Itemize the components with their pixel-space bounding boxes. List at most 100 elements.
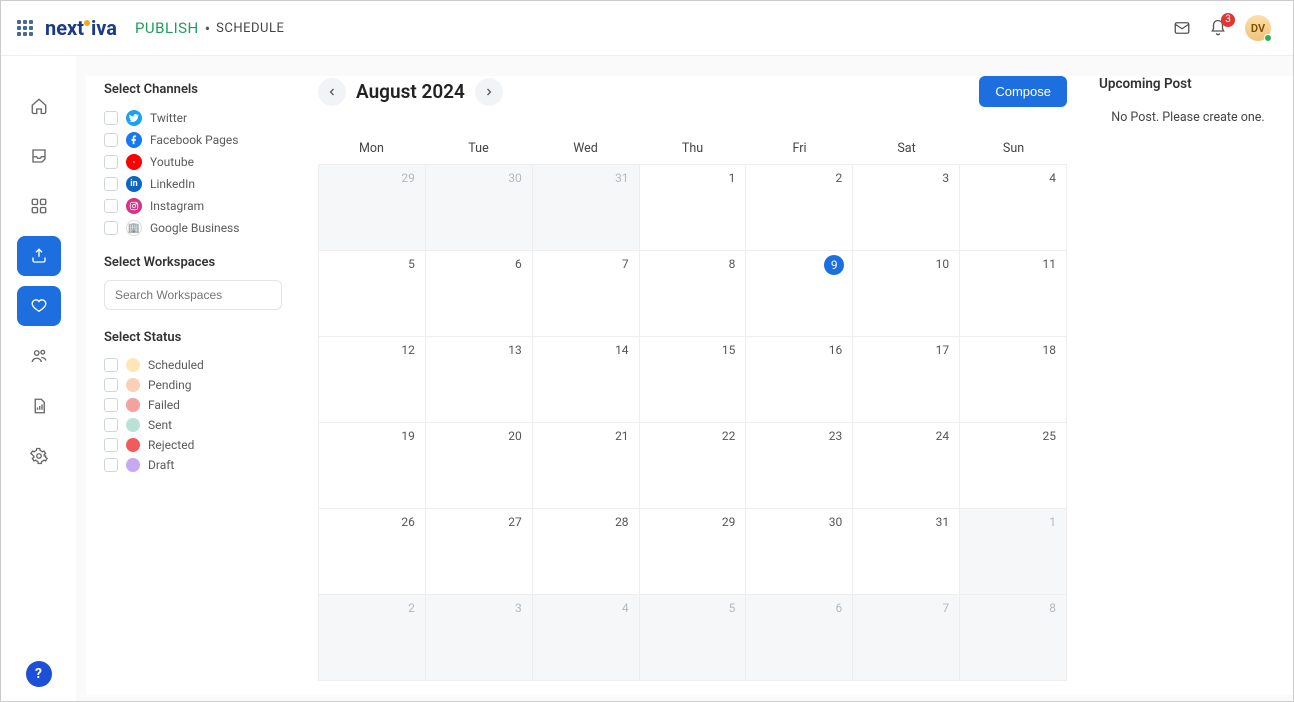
status-pending[interactable]: Pending xyxy=(104,375,282,395)
instagram-icon xyxy=(126,198,142,214)
calendar-cell[interactable]: 6 xyxy=(746,595,853,681)
calendar-cell[interactable]: 31 xyxy=(533,165,640,251)
channel-facebook-pages[interactable]: Facebook Pages xyxy=(104,129,282,151)
status-heading: Select Status xyxy=(104,330,282,345)
calendar-cell[interactable]: 7 xyxy=(853,595,960,681)
app-grid-icon[interactable] xyxy=(17,20,33,36)
rail-apps[interactable] xyxy=(17,186,61,226)
calendar-cell[interactable]: 29 xyxy=(319,165,426,251)
calendar-cell[interactable]: 8 xyxy=(640,251,747,337)
calendar-cell[interactable]: 24 xyxy=(853,423,960,509)
rail-engage[interactable] xyxy=(17,286,61,326)
calendar-cell[interactable]: 11 xyxy=(960,251,1067,337)
rail-people[interactable] xyxy=(17,336,61,376)
calendar-cell[interactable]: 23 xyxy=(746,423,853,509)
calendar-day-number: 1 xyxy=(1049,515,1056,529)
calendar-cell[interactable]: 20 xyxy=(426,423,533,509)
channel-twitter[interactable]: Twitter xyxy=(104,107,282,129)
channel-linkedin[interactable]: inLinkedIn xyxy=(104,173,282,195)
breadcrumb-separator: • xyxy=(205,19,210,38)
calendar-cell[interactable]: 5 xyxy=(319,251,426,337)
rail-inbox[interactable] xyxy=(17,136,61,176)
channel-google-business[interactable]: 🏢Google Business xyxy=(104,217,282,239)
channel-label: Twitter xyxy=(150,111,187,125)
calendar-cell[interactable]: 13 xyxy=(426,337,533,423)
status-rejected[interactable]: Rejected xyxy=(104,435,282,455)
calendar-day-number: 3 xyxy=(515,601,522,615)
calendar-cell[interactable]: 25 xyxy=(960,423,1067,509)
calendar-cell[interactable]: 21 xyxy=(533,423,640,509)
calendar-cell[interactable]: 5 xyxy=(640,595,747,681)
calendar-day-number: 29 xyxy=(722,515,736,529)
status-draft[interactable]: Draft xyxy=(104,455,282,475)
calendar-day-number: 8 xyxy=(729,257,736,271)
channel-instagram[interactable]: Instagram xyxy=(104,195,282,217)
calendar-cell[interactable]: 22 xyxy=(640,423,747,509)
workspace-search-input[interactable] xyxy=(104,280,282,310)
calendar-day-number: 28 xyxy=(615,515,629,529)
checkbox[interactable] xyxy=(104,438,118,452)
compose-button[interactable]: Compose xyxy=(979,76,1067,107)
checkbox[interactable] xyxy=(104,358,118,372)
calendar-cell[interactable]: 30 xyxy=(746,509,853,595)
checkbox[interactable] xyxy=(104,458,118,472)
calendar-day-number: 6 xyxy=(515,257,522,271)
calendar-cell[interactable]: 4 xyxy=(533,595,640,681)
channel-youtube[interactable]: Youtube xyxy=(104,151,282,173)
calendar-cell[interactable]: 12 xyxy=(319,337,426,423)
help-icon[interactable]: ? xyxy=(26,661,52,687)
calendar-cell[interactable]: 28 xyxy=(533,509,640,595)
calendar-cell[interactable]: 18 xyxy=(960,337,1067,423)
checkbox[interactable] xyxy=(104,133,118,147)
facebook-pages-icon xyxy=(126,132,142,148)
calendar-next-button[interactable] xyxy=(475,78,503,106)
calendar-cell[interactable]: 1 xyxy=(640,165,747,251)
calendar-day-number: 5 xyxy=(408,257,415,271)
checkbox[interactable] xyxy=(104,398,118,412)
calendar-cell[interactable]: 19 xyxy=(319,423,426,509)
calendar-cell[interactable]: 29 xyxy=(640,509,747,595)
calendar-cell[interactable]: 16 xyxy=(746,337,853,423)
calendar-cell[interactable]: 3 xyxy=(853,165,960,251)
calendar-cell[interactable]: 9 xyxy=(746,251,853,337)
rail-publish[interactable] xyxy=(17,236,61,276)
checkbox[interactable] xyxy=(104,418,118,432)
calendar-cell[interactable]: 6 xyxy=(426,251,533,337)
rail-reports[interactable] xyxy=(17,386,61,426)
calendar-cell[interactable]: 1 xyxy=(960,509,1067,595)
calendar-cell[interactable]: 15 xyxy=(640,337,747,423)
calendar-cell[interactable]: 2 xyxy=(319,595,426,681)
checkbox[interactable] xyxy=(104,111,118,125)
calendar-prev-button[interactable] xyxy=(318,78,346,106)
calendar-cell[interactable]: 4 xyxy=(960,165,1067,251)
status-sent[interactable]: Sent xyxy=(104,415,282,435)
checkbox[interactable] xyxy=(104,378,118,392)
checkbox[interactable] xyxy=(104,221,118,235)
calendar-cell[interactable]: 10 xyxy=(853,251,960,337)
rail-home[interactable] xyxy=(17,86,61,126)
mail-icon[interactable] xyxy=(1173,19,1191,37)
checkbox[interactable] xyxy=(104,199,118,213)
calendar-day-number: 21 xyxy=(615,429,629,443)
weekday-header: Tue xyxy=(425,141,532,156)
rail-settings[interactable] xyxy=(17,436,61,476)
calendar-cell[interactable]: 27 xyxy=(426,509,533,595)
brand-logo[interactable]: nextiva xyxy=(45,16,117,40)
status-failed[interactable]: Failed xyxy=(104,395,282,415)
avatar[interactable]: DV xyxy=(1245,15,1271,41)
calendar-day-number: 31 xyxy=(936,515,950,529)
status-scheduled[interactable]: Scheduled xyxy=(104,355,282,375)
calendar-cell[interactable]: 17 xyxy=(853,337,960,423)
calendar-day-number: 14 xyxy=(615,343,629,357)
checkbox[interactable] xyxy=(104,155,118,169)
bell-icon[interactable]: 3 xyxy=(1209,19,1227,37)
calendar-cell[interactable]: 3 xyxy=(426,595,533,681)
checkbox[interactable] xyxy=(104,177,118,191)
calendar-cell[interactable]: 26 xyxy=(319,509,426,595)
calendar-cell[interactable]: 30 xyxy=(426,165,533,251)
calendar-cell[interactable]: 14 xyxy=(533,337,640,423)
calendar-cell[interactable]: 8 xyxy=(960,595,1067,681)
calendar-cell[interactable]: 7 xyxy=(533,251,640,337)
calendar-cell[interactable]: 2 xyxy=(746,165,853,251)
calendar-cell[interactable]: 31 xyxy=(853,509,960,595)
